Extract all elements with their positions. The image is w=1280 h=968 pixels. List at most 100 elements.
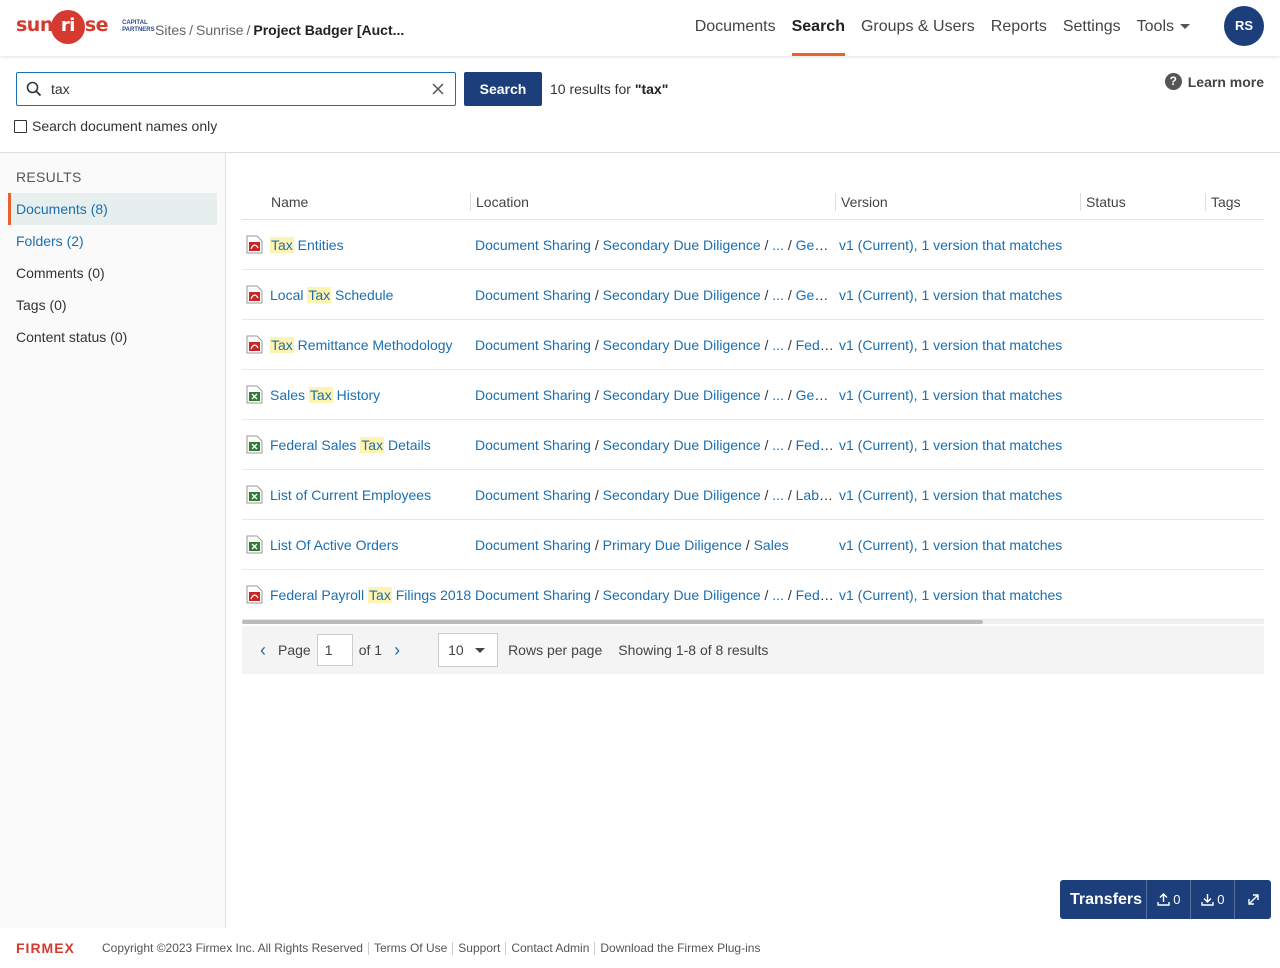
document-name-link[interactable]: Tax Entities <box>270 237 344 253</box>
location-link-folder[interactable]: Secondary Due Diligence <box>603 437 761 453</box>
nav-documents[interactable]: Documents <box>687 0 784 56</box>
version-link[interactable]: v1 (Current), 1 version that matches <box>839 537 1062 553</box>
location-link-leaf[interactable]: Fede... <box>796 587 835 603</box>
version-link[interactable]: v1 (Current), 1 version that matches <box>839 237 1062 253</box>
version-link[interactable]: v1 (Current), 1 version that matches <box>839 287 1062 303</box>
page-input[interactable]: 1 <box>317 634 353 666</box>
table-row[interactable]: List Of Active OrdersDocument Sharing / … <box>242 520 1264 570</box>
expand-icon[interactable] <box>1234 880 1271 919</box>
table-body: Tax EntitiesDocument Sharing / Secondary… <box>242 220 1264 620</box>
location-ellipsis[interactable]: ... <box>772 487 784 503</box>
sidebar-item-tags[interactable]: Tags (0) <box>8 289 217 321</box>
table-row[interactable]: Federal Sales Tax Details Document Sharin… <box>242 420 1264 470</box>
footer-download-plugins-link[interactable]: Download the Firmex Plug-ins <box>594 942 765 955</box>
search-button[interactable]: Search <box>464 72 542 106</box>
location-ellipsis[interactable]: ... <box>772 287 784 303</box>
rows-per-page-select[interactable]: 10 <box>438 633 498 667</box>
location-link-leaf[interactable]: Gene... <box>796 287 835 303</box>
sidebar-item-content-status[interactable]: Content status (0) <box>8 321 217 353</box>
location-link-folder[interactable]: Secondary Due Diligence <box>603 387 761 403</box>
location-link-root[interactable]: Document Sharing <box>475 287 591 303</box>
footer-terms-link[interactable]: Terms Of Use <box>368 942 452 955</box>
location-ellipsis[interactable]: ... <box>772 587 784 603</box>
names-only-checkbox[interactable] <box>14 120 27 133</box>
nav-settings[interactable]: Settings <box>1055 0 1129 56</box>
version-link[interactable]: v1 (Current), 1 version that matches <box>839 337 1062 353</box>
names-only-option[interactable]: Search document names only <box>14 118 217 134</box>
scrollbar-thumb[interactable] <box>242 620 983 624</box>
sunrise-logo[interactable]: sunrise CAPITALPARTNERS <box>16 10 155 44</box>
table-row[interactable]: Federal Payroll Tax Filings 2018Document… <box>242 570 1264 620</box>
document-name-link[interactable]: List Of Active Orders <box>270 537 398 553</box>
location-link-leaf[interactable]: Fede... <box>796 337 835 353</box>
location-link-folder[interactable]: Primary Due Diligence <box>603 537 742 553</box>
sidebar-item-documents[interactable]: Documents (8) <box>8 193 217 225</box>
location-ellipsis[interactable]: ... <box>772 437 784 453</box>
location-link-root[interactable]: Document Sharing <box>475 337 591 353</box>
version-link[interactable]: v1 (Current), 1 version that matches <box>839 387 1062 403</box>
user-avatar[interactable]: RS <box>1224 6 1264 46</box>
document-name-link[interactable]: Tax Remittance Methodology <box>270 337 453 353</box>
clear-icon[interactable] <box>421 73 455 105</box>
column-name[interactable]: Name <box>242 183 470 219</box>
sidebar-item-comments[interactable]: Comments (0) <box>8 257 217 289</box>
location-link-folder[interactable]: Secondary Due Diligence <box>603 237 761 253</box>
footer-support-link[interactable]: Support <box>452 942 505 955</box>
version-link[interactable]: v1 (Current), 1 version that matches <box>839 487 1062 503</box>
location-link-root[interactable]: Document Sharing <box>475 537 591 553</box>
transfers-panel[interactable]: Transfers 0 0 <box>1060 880 1271 919</box>
next-page-icon[interactable]: › <box>382 640 412 661</box>
document-name-link[interactable]: Sales Tax History <box>270 387 380 403</box>
search-input[interactable] <box>51 81 421 97</box>
location-link-leaf[interactable]: Fede... <box>796 437 835 453</box>
column-location[interactable]: Location <box>470 183 835 219</box>
location-ellipsis[interactable]: ... <box>772 387 784 403</box>
location-link-root[interactable]: Document Sharing <box>475 487 591 503</box>
horizontal-scrollbar[interactable] <box>242 620 1264 624</box>
footer-contact-admin-link[interactable]: Contact Admin <box>505 942 594 955</box>
nav-tools[interactable]: Tools <box>1129 0 1198 56</box>
location-ellipsis[interactable]: ... <box>772 337 784 353</box>
location-link-leaf[interactable]: Sales <box>754 537 789 553</box>
table-row[interactable]: Tax EntitiesDocument Sharing / Secondary… <box>242 220 1264 270</box>
location-link-folder[interactable]: Secondary Due Diligence <box>603 337 761 353</box>
document-name-link[interactable]: List of Current Employees <box>270 487 431 503</box>
nav-groups-users[interactable]: Groups & Users <box>853 0 983 56</box>
location-link-root[interactable]: Document Sharing <box>475 587 591 603</box>
location-link-leaf[interactable]: Gene... <box>796 387 835 403</box>
nav-search[interactable]: Search <box>784 0 853 56</box>
breadcrumb: Sites/Sunrise/Project Badger [Auct... <box>155 22 404 38</box>
column-status[interactable]: Status <box>1080 183 1205 219</box>
prev-page-icon[interactable]: ‹ <box>248 640 278 661</box>
document-name-link[interactable]: Federal Sales Tax Details <box>270 437 431 453</box>
downloads-count[interactable]: 0 <box>1190 880 1234 919</box>
location-link-folder[interactable]: Secondary Due Diligence <box>603 287 761 303</box>
document-name-link[interactable]: Federal Payroll Tax Filings 2018 <box>270 587 471 603</box>
table-row[interactable]: Tax Remittance Methodology Document Shari… <box>242 320 1264 370</box>
nav-reports[interactable]: Reports <box>983 0 1055 56</box>
location-link-root[interactable]: Document Sharing <box>475 237 591 253</box>
location-link-root[interactable]: Document Sharing <box>475 387 591 403</box>
version-link[interactable]: v1 (Current), 1 version that matches <box>839 437 1062 453</box>
learn-more-link[interactable]: ?Learn more <box>1165 73 1264 90</box>
document-name-link[interactable]: Local Tax Schedule <box>270 287 393 303</box>
table-row[interactable]: List of Current Employees Document Sharin… <box>242 470 1264 520</box>
location-ellipsis[interactable]: ... <box>772 237 784 253</box>
uploads-count[interactable]: 0 <box>1146 880 1190 919</box>
column-version[interactable]: Version <box>835 183 1080 219</box>
version-link[interactable]: v1 (Current), 1 version that matches <box>839 587 1062 603</box>
location-link-folder[interactable]: Secondary Due Diligence <box>603 587 761 603</box>
location-link-leaf[interactable]: Labo... <box>796 487 835 503</box>
sidebar-heading: RESULTS <box>16 169 82 185</box>
download-icon <box>1201 893 1214 906</box>
location-link-leaf[interactable]: Gene... <box>796 237 835 253</box>
breadcrumb-sites[interactable]: Sites <box>155 22 186 38</box>
top-header: sunrise CAPITALPARTNERS Sites/Sunrise/Pr… <box>0 0 1280 56</box>
location-link-folder[interactable]: Secondary Due Diligence <box>603 487 761 503</box>
table-row[interactable]: Local Tax ScheduleDocument Sharing / Sec… <box>242 270 1264 320</box>
column-tags[interactable]: Tags <box>1205 183 1264 219</box>
location-link-root[interactable]: Document Sharing <box>475 437 591 453</box>
breadcrumb-sunrise[interactable]: Sunrise <box>196 22 243 38</box>
table-row[interactable]: Sales Tax HistoryDocument Sharing / Seco… <box>242 370 1264 420</box>
sidebar-item-folders[interactable]: Folders (2) <box>8 225 217 257</box>
